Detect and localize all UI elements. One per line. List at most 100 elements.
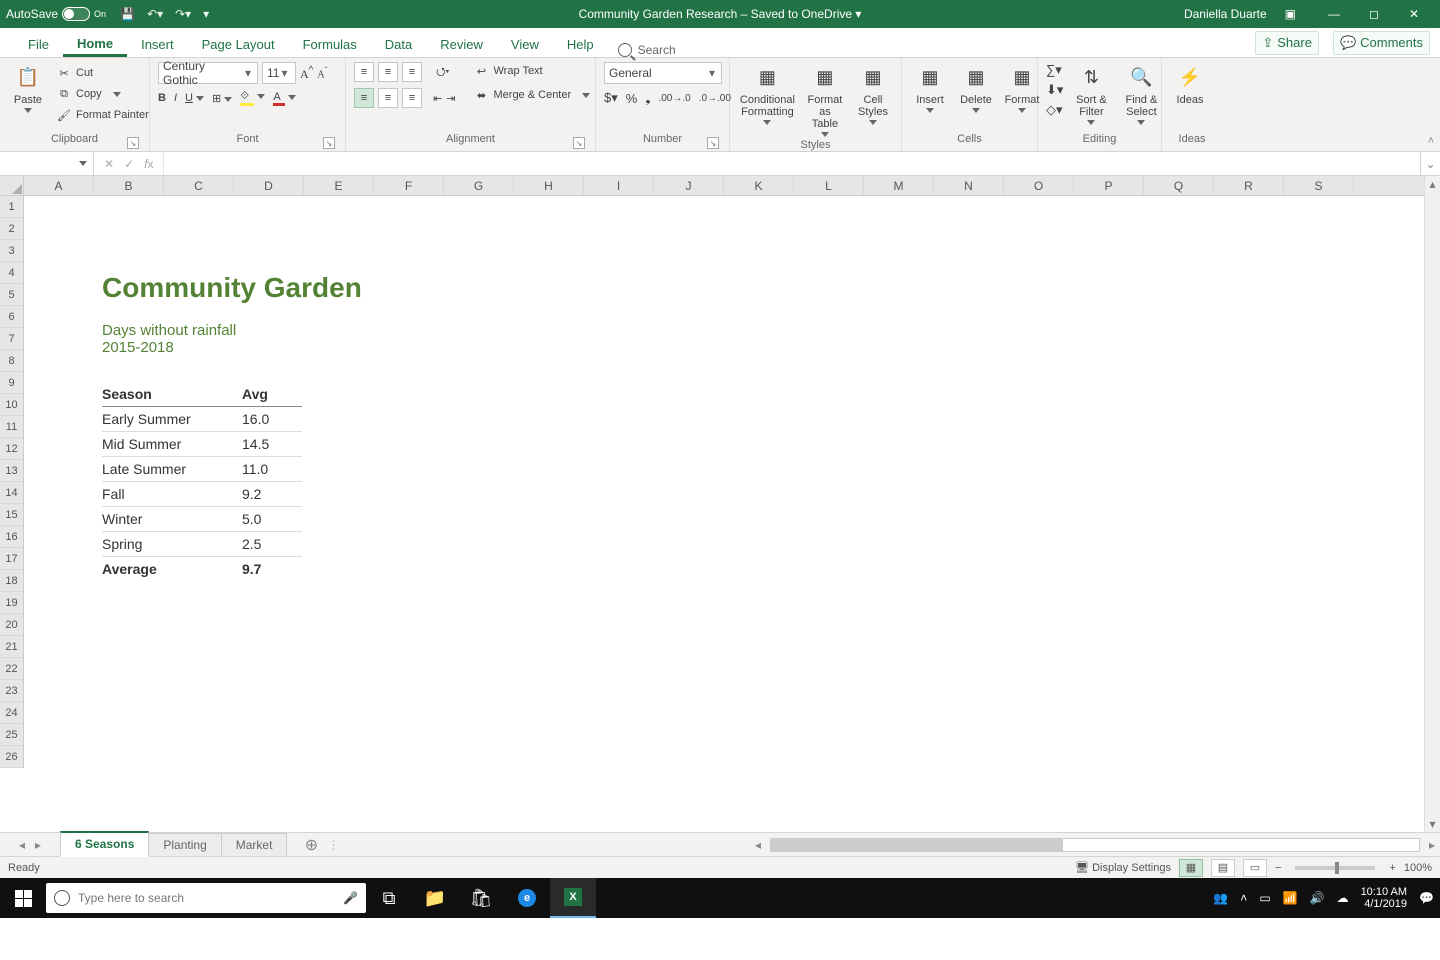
column-header[interactable]: E <box>304 176 374 195</box>
column-header[interactable]: I <box>584 176 654 195</box>
display-settings-button[interactable]: 🖥 Display Settings <box>1075 861 1171 874</box>
scroll-up-icon[interactable]: ▴ <box>1425 176 1440 192</box>
mic-icon[interactable]: 🎤 <box>343 891 358 905</box>
font-color-button[interactable]: A <box>273 91 296 106</box>
qat-customize-icon[interactable]: ▾ <box>203 7 209 21</box>
zoom-level[interactable]: 100% <box>1404 862 1432 874</box>
increase-font-icon[interactable]: A^ <box>300 65 313 82</box>
column-header[interactable]: Q <box>1144 176 1214 195</box>
column-header[interactable]: P <box>1074 176 1144 195</box>
align-middle-button[interactable]: ≡ <box>378 62 398 82</box>
close-button[interactable]: ✕ <box>1394 0 1434 28</box>
name-box[interactable] <box>0 152 94 175</box>
borders-button[interactable]: ⊞ <box>212 92 232 105</box>
excel-button[interactable]: X <box>550 878 596 918</box>
tray-overflow-icon[interactable]: ˄ <box>1240 891 1247 905</box>
fill-button[interactable]: ⬇▾ <box>1046 82 1063 98</box>
conditional-formatting-button[interactable]: ▦Conditional Formatting <box>738 62 797 127</box>
battery-icon[interactable]: ▭ <box>1259 891 1270 905</box>
orientation-button[interactable]: ⭯▾ <box>436 63 449 82</box>
wifi-icon[interactable]: 📶 <box>1283 891 1298 905</box>
align-bottom-button[interactable]: ≡ <box>402 62 422 82</box>
cell-styles-button[interactable]: ▦Cell Styles <box>853 62 893 127</box>
maximize-button[interactable]: ◻ <box>1354 0 1394 28</box>
row-header[interactable]: 1 <box>0 196 23 218</box>
column-header[interactable]: G <box>444 176 514 195</box>
onedrive-icon[interactable]: ☁ <box>1337 891 1349 905</box>
share-button[interactable]: ⇪ Share <box>1255 31 1319 55</box>
row-header[interactable]: 15 <box>0 504 23 526</box>
row-header[interactable]: 17 <box>0 548 23 570</box>
column-header[interactable]: A <box>24 176 94 195</box>
row-header[interactable]: 2 <box>0 218 23 240</box>
file-explorer-button[interactable]: 📁 <box>412 878 458 918</box>
row-header[interactable]: 13 <box>0 460 23 482</box>
format-cells-button[interactable]: ▦Format <box>1002 62 1042 115</box>
scroll-left-icon[interactable]: ◂ <box>750 838 766 852</box>
fill-color-button[interactable]: ⟐ <box>240 90 265 106</box>
font-name-select[interactable]: Century Gothic▾ <box>158 62 258 84</box>
row-header[interactable]: 6 <box>0 306 23 328</box>
save-icon[interactable]: 💾 <box>120 7 135 21</box>
minimize-button[interactable]: — <box>1314 0 1354 28</box>
column-header[interactable]: H <box>514 176 584 195</box>
sheet-tab-market[interactable]: Market <box>221 833 288 856</box>
row-header[interactable]: 16 <box>0 526 23 548</box>
tab-view[interactable]: View <box>497 31 553 57</box>
people-icon[interactable]: 👥 <box>1213 891 1228 905</box>
align-center-button[interactable]: ≡ <box>378 88 398 108</box>
taskbar-clock[interactable]: 10:10 AM 4/1/2019 <box>1361 886 1407 910</box>
formula-bar[interactable] <box>164 152 1420 175</box>
tab-page-layout[interactable]: Page Layout <box>188 31 289 57</box>
new-sheet-button[interactable]: ⊕ <box>296 833 326 856</box>
scroll-down-icon[interactable]: ▾ <box>1425 816 1440 832</box>
row-header[interactable]: 23 <box>0 680 23 702</box>
insert-cells-button[interactable]: ▦Insert <box>910 62 950 115</box>
cut-button[interactable]: ✂Cut <box>54 64 151 82</box>
row-header[interactable]: 14 <box>0 482 23 504</box>
clear-button[interactable]: ◇▾ <box>1046 102 1063 118</box>
undo-icon[interactable]: ↶▾ <box>147 7 163 21</box>
cancel-formula-icon[interactable]: ✕ <box>104 157 114 171</box>
row-header[interactable]: 19 <box>0 592 23 614</box>
row-header[interactable]: 10 <box>0 394 23 416</box>
column-header[interactable]: D <box>234 176 304 195</box>
row-header[interactable]: 7 <box>0 328 23 350</box>
row-header[interactable]: 12 <box>0 438 23 460</box>
row-header[interactable]: 8 <box>0 350 23 372</box>
row-header[interactable]: 25 <box>0 724 23 746</box>
ideas-button[interactable]: ⚡Ideas <box>1170 62 1210 108</box>
row-header[interactable]: 4 <box>0 262 23 284</box>
sheet-tab-planting[interactable]: Planting <box>148 833 221 856</box>
zoom-out-button[interactable]: − <box>1275 862 1281 874</box>
volume-icon[interactable]: 🔊 <box>1310 891 1325 905</box>
fx-icon[interactable]: fx <box>144 157 153 171</box>
column-header[interactable]: O <box>1004 176 1074 195</box>
row-header[interactable]: 26 <box>0 746 23 768</box>
format-as-table-button[interactable]: ▦Format as Table <box>803 62 847 139</box>
row-header[interactable]: 20 <box>0 614 23 636</box>
microsoft-store-button[interactable]: 🛍 <box>458 878 504 918</box>
column-header[interactable]: J <box>654 176 724 195</box>
column-header[interactable]: S <box>1284 176 1354 195</box>
merge-center-button[interactable]: ⬌Merge & Center <box>472 86 593 104</box>
select-all-button[interactable] <box>0 176 24 196</box>
redo-icon[interactable]: ↷▾ <box>175 7 191 21</box>
tab-insert[interactable]: Insert <box>127 31 188 57</box>
zoom-slider[interactable] <box>1295 866 1375 870</box>
align-top-button[interactable]: ≡ <box>354 62 374 82</box>
collapse-ribbon-button[interactable]: ˄ <box>1422 58 1440 151</box>
align-right-button[interactable]: ≡ <box>402 88 422 108</box>
user-name[interactable]: Daniella Duarte <box>1184 7 1267 21</box>
row-header[interactable]: 9 <box>0 372 23 394</box>
clipboard-dialog-launcher[interactable]: ↘ <box>127 137 139 149</box>
underline-button[interactable]: U <box>185 92 204 104</box>
font-size-select[interactable]: 11▾ <box>262 62 296 84</box>
sort-filter-button[interactable]: ⇅Sort & Filter <box>1069 62 1113 127</box>
horizontal-scrollbar[interactable]: ◂ ▸ <box>750 833 1440 856</box>
decrease-decimal-button[interactable]: .0→.00 <box>699 93 731 104</box>
start-button[interactable] <box>0 878 46 918</box>
tab-formulas[interactable]: Formulas <box>289 31 371 57</box>
column-header[interactable]: B <box>94 176 164 195</box>
column-header[interactable]: F <box>374 176 444 195</box>
